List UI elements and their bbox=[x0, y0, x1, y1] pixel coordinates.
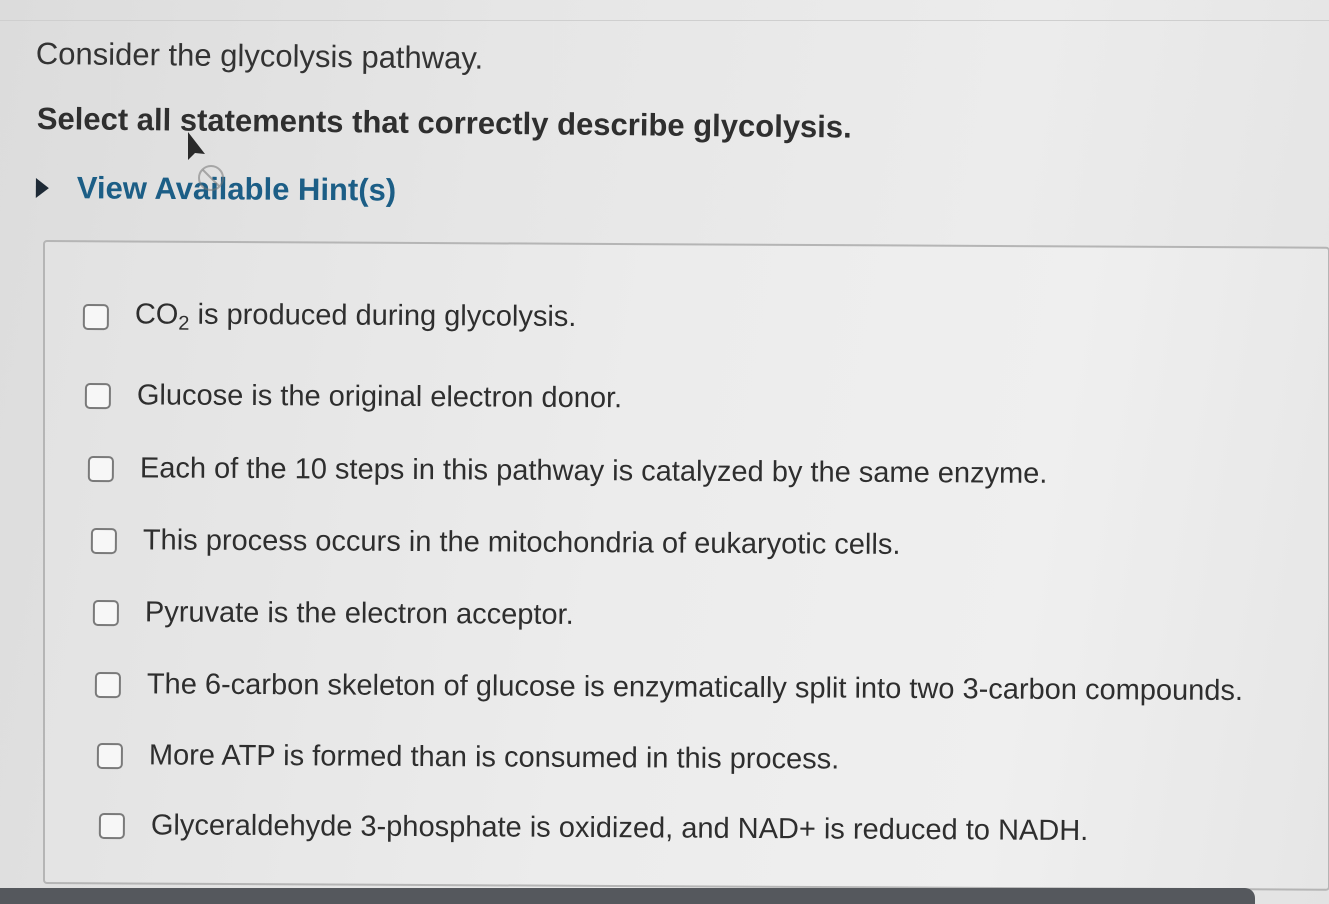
question-intro: Consider the glycolysis pathway. bbox=[35, 36, 484, 76]
bottom-toolbar bbox=[0, 888, 1255, 904]
option-4-label: This process occurs in the mitochondria … bbox=[142, 524, 901, 561]
option-1-label: CO2 is produced during glycolysis. bbox=[134, 298, 577, 335]
arrow-cursor-icon bbox=[188, 132, 224, 191]
option-3-label: Each of the 10 steps in this pathway is … bbox=[139, 452, 1048, 490]
option-2[interactable]: Glucose is the original electron donor. bbox=[84, 379, 623, 415]
option-4[interactable]: This process occurs in the mitochondria … bbox=[90, 524, 901, 562]
answer-options-panel bbox=[43, 240, 1329, 891]
option-3[interactable]: Each of the 10 steps in this pathway is … bbox=[87, 452, 1048, 491]
question-prompt: Select all statements that correctly des… bbox=[36, 101, 852, 145]
option-6-label: The 6-carbon skeleton of glucose is enzy… bbox=[146, 668, 1244, 708]
option-1-checkbox[interactable] bbox=[82, 303, 109, 330]
option-5-checkbox[interactable] bbox=[92, 599, 119, 626]
option-7-checkbox[interactable] bbox=[96, 742, 123, 769]
option-7-label: More ATP is formed than is consumed in t… bbox=[148, 739, 840, 776]
top-divider bbox=[0, 0, 1329, 21]
option-8-label: Glyceraldehyde 3-phosphate is oxidized, … bbox=[150, 809, 1089, 848]
option-6-checkbox[interactable] bbox=[94, 671, 121, 698]
option-1[interactable]: CO2 is produced during glycolysis. bbox=[82, 298, 577, 338]
option-8-checkbox[interactable] bbox=[98, 812, 125, 839]
option-5[interactable]: Pyruvate is the electron acceptor. bbox=[92, 596, 574, 632]
option-4-checkbox[interactable] bbox=[90, 527, 117, 554]
triangle-right-icon bbox=[35, 177, 49, 199]
option-5-label: Pyruvate is the electron acceptor. bbox=[144, 596, 574, 631]
option-3-checkbox[interactable] bbox=[87, 455, 114, 482]
option-2-label: Glucose is the original electron donor. bbox=[136, 379, 623, 415]
option-8[interactable]: Glyceraldehyde 3-phosphate is oxidized, … bbox=[98, 809, 1089, 848]
option-6[interactable]: The 6-carbon skeleton of glucose is enzy… bbox=[94, 668, 1244, 708]
option-2-checkbox[interactable] bbox=[84, 382, 111, 409]
option-7[interactable]: More ATP is formed than is consumed in t… bbox=[96, 739, 840, 777]
